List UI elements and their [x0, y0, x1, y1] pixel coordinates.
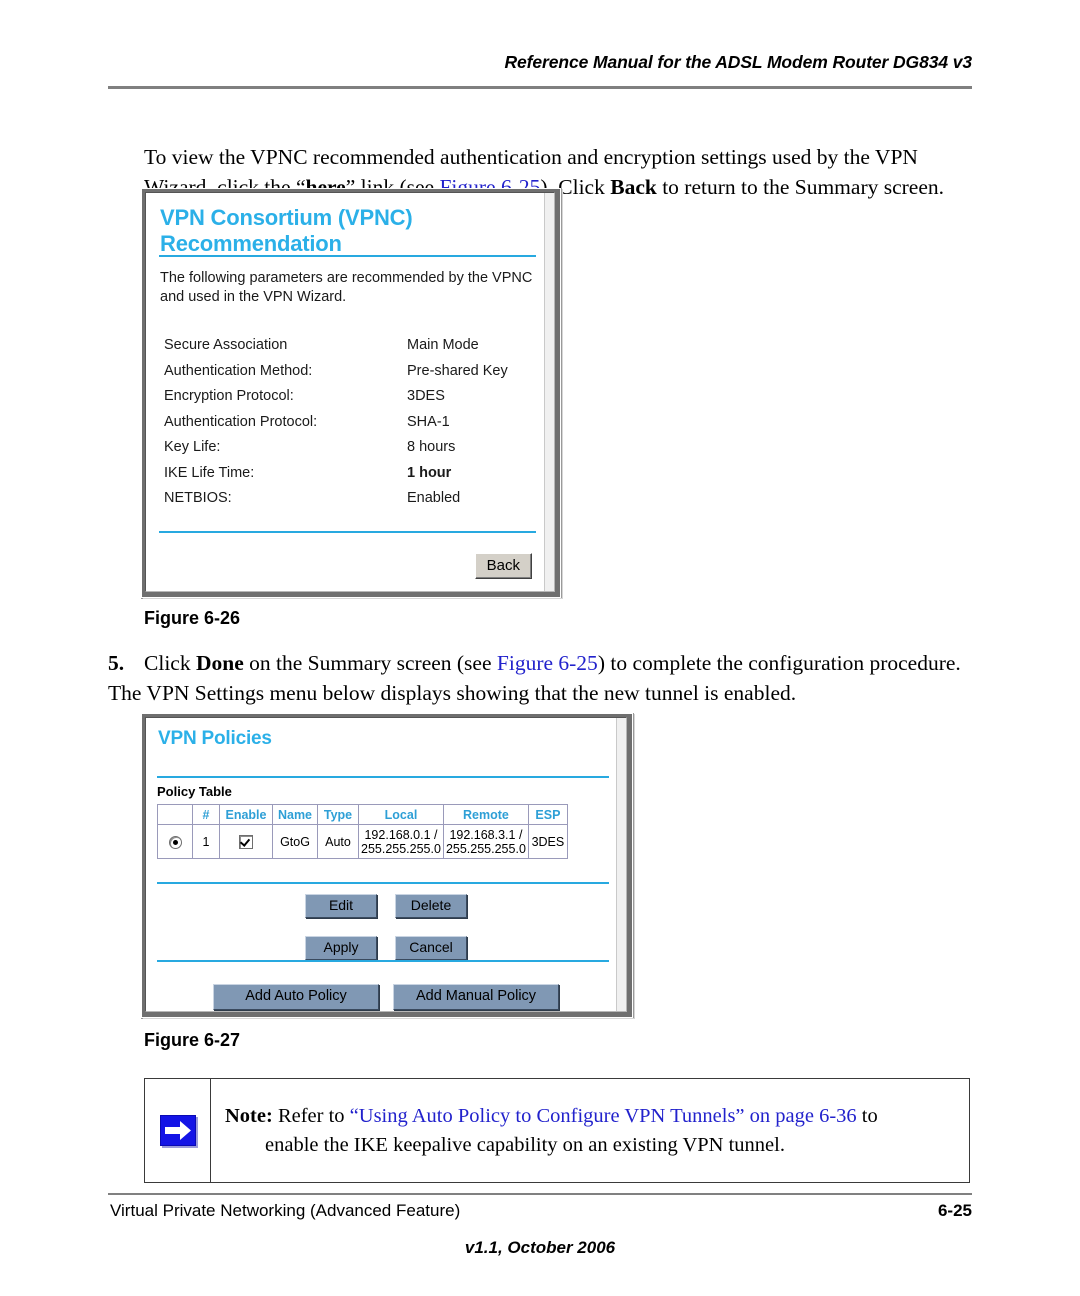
- vpnc-param-value: 1 hour: [407, 464, 452, 481]
- policy-table-header-row: # Enable Name Type Local Remote ESP: [157, 804, 568, 825]
- vpnc-param-label: Secure Association: [164, 337, 288, 353]
- vpnc-param-value: 8 hours: [407, 439, 456, 455]
- vpnc-param-row: Authentication Method: Pre-shared Key: [164, 359, 534, 385]
- note-callout-box: Note: Refer to “Using Auto Policy to Con…: [144, 1078, 970, 1183]
- policy-apply-cancel-row: Apply Cancel: [146, 936, 626, 960]
- intro-bold-back: Back: [610, 174, 657, 199]
- figure-caption-6-26: Figure 6-26: [144, 608, 241, 628]
- vpnc-param-value: Pre-shared Key: [407, 362, 508, 379]
- row-select-cell[interactable]: [157, 824, 193, 859]
- row-remote: 192.168.3.1 / 255.255.255.0: [442, 824, 529, 859]
- checkbox-enable-checked[interactable]: [239, 834, 253, 849]
- policies-divider-top: [157, 776, 609, 778]
- policies-divider-middle: [157, 882, 609, 884]
- row-number: 1: [192, 824, 220, 859]
- row-enable-cell[interactable]: [219, 824, 273, 859]
- row-esp: 3DES: [527, 824, 568, 859]
- note-text-after: to: [856, 1105, 878, 1127]
- vertical-scrollbar[interactable]: [616, 718, 626, 1011]
- vpnc-param-row: Key Life: 8 hours: [164, 435, 534, 461]
- policy-add-row: Add Auto Policy Add Manual Policy: [146, 984, 626, 1010]
- vpnc-divider-top: [159, 255, 536, 257]
- vpnc-divider-bottom: [159, 531, 536, 533]
- vpnc-back-button-wrap: Back: [474, 553, 532, 579]
- column-header-local: Local: [358, 804, 444, 825]
- step5-text-part1: Click: [144, 651, 196, 675]
- vpnc-param-value: Enabled: [407, 490, 461, 506]
- column-header-type: Type: [317, 804, 359, 825]
- vpnc-param-row: Authentication Protocol: SHA-1: [164, 410, 534, 436]
- vpnc-recommendation-screenshot: VPN Consortium (VPNC) Recommendation The…: [141, 188, 561, 598]
- footer-page-number: 6-25: [937, 1201, 972, 1220]
- apply-button[interactable]: Apply: [305, 936, 377, 960]
- vpnc-parameter-list: Secure Association Main Mode Authenticat…: [164, 333, 534, 512]
- footer-section-title: Virtual Private Networking (Advanced Fea…: [110, 1201, 461, 1220]
- policy-table-label: Policy Table: [157, 784, 232, 799]
- vpn-policies-screenshot: VPN Policies Policy Table # Enable Name …: [141, 713, 633, 1018]
- vpnc-param-row: NETBIOS: Enabled: [164, 486, 534, 512]
- column-header-remote: Remote: [442, 804, 529, 825]
- vertical-scrollbar[interactable]: [544, 193, 554, 591]
- row-local: 192.168.0.1 / 255.255.255.0: [358, 824, 444, 859]
- note-text: Note: Refer to “Using Auto Policy to Con…: [225, 1102, 955, 1160]
- row-remote-line1: 192.168.3.1 /: [449, 827, 523, 842]
- vpnc-param-row: Secure Association Main Mode: [164, 333, 534, 359]
- table-row: 1 GtoG Auto 192.168.0.1 / 255.255.255.0 …: [157, 824, 568, 859]
- intro-text-part4: to return to the Summary screen.: [656, 174, 945, 199]
- column-header-enable: Enable: [219, 804, 273, 825]
- footer-version: v1.1, October 2006: [464, 1238, 616, 1257]
- policy-table: # Enable Name Type Local Remote ESP 1 Gt…: [157, 804, 568, 859]
- policies-divider-bottom: [157, 960, 609, 962]
- vpn-policies-title: VPN Policies: [158, 728, 272, 749]
- vpnc-param-row: IKE Life Time: 1 hour: [164, 461, 534, 487]
- column-header-name: Name: [272, 804, 318, 825]
- vpnc-param-value: SHA-1: [407, 413, 450, 430]
- vpnc-param-label: Authentication Protocol:: [164, 413, 318, 430]
- column-header-select: [157, 804, 193, 825]
- note-text-line2: enable the IKE keepalive capability on a…: [265, 1134, 785, 1156]
- radio-button-selected[interactable]: [168, 835, 182, 849]
- note-label: Note:: [225, 1105, 273, 1127]
- vpnc-panel-title: VPN Consortium (VPNC) Recommendation: [160, 205, 413, 256]
- row-name: GtoG: [272, 824, 318, 859]
- footer-divider: [108, 1193, 972, 1195]
- vpnc-param-label: Encryption Protocol:: [164, 388, 294, 404]
- row-local-line1: 192.168.0.1 /: [364, 827, 438, 842]
- vpnc-param-label: Key Life:: [164, 439, 221, 455]
- edit-button[interactable]: Edit: [305, 894, 377, 918]
- vpnc-param-label: NETBIOS:: [164, 490, 232, 506]
- row-remote-line2: 255.255.255.0: [445, 841, 526, 856]
- cancel-button[interactable]: Cancel: [395, 936, 467, 960]
- note-icon-cell: [145, 1079, 211, 1182]
- right-arrow-icon: [160, 1115, 196, 1146]
- policy-edit-delete-row: Edit Delete: [146, 894, 626, 918]
- row-local-line2: 255.255.255.0: [361, 841, 441, 856]
- step5-text-part2: on the Summary screen (see: [243, 651, 497, 675]
- note-cross-reference-link[interactable]: “Using Auto Policy to Configure VPN Tunn…: [350, 1105, 857, 1127]
- delete-button[interactable]: Delete: [395, 894, 467, 918]
- vpnc-description: The following parameters are recommended…: [160, 270, 533, 305]
- step-5-body: Click Done on the Summary screen (see Fi…: [108, 651, 961, 705]
- figure-caption-6-27: Figure 6-27: [144, 1030, 241, 1050]
- row-type: Auto: [317, 824, 359, 859]
- step5-bold-done: Done: [195, 651, 244, 675]
- header-divider: [108, 86, 972, 89]
- vpnc-param-label: Authentication Method:: [164, 362, 313, 379]
- cross-reference-figure-6-25[interactable]: Figure 6-25: [497, 651, 598, 675]
- add-manual-policy-button[interactable]: Add Manual Policy: [393, 984, 559, 1010]
- running-header: Reference Manual for the ADSL Modem Rout…: [504, 52, 972, 72]
- step-5-paragraph: 5. Click Done on the Summary screen (see…: [108, 648, 974, 708]
- column-header-esp: ESP: [527, 804, 568, 825]
- vpnc-param-label: IKE Life Time:: [164, 464, 255, 481]
- vpnc-param-value: 3DES: [407, 388, 445, 404]
- policies-browser-viewport: VPN Policies Policy Table # Enable Name …: [145, 717, 627, 1012]
- vpnc-param-value: Main Mode: [407, 337, 479, 353]
- step-number: 5.: [108, 651, 125, 675]
- back-button[interactable]: Back: [474, 553, 532, 579]
- note-text-before: Refer to: [272, 1105, 350, 1127]
- column-header-number: #: [192, 804, 220, 825]
- vpnc-browser-viewport: VPN Consortium (VPNC) Recommendation The…: [145, 192, 555, 592]
- vpnc-param-row: Encryption Protocol: 3DES: [164, 384, 534, 410]
- add-auto-policy-button[interactable]: Add Auto Policy: [213, 984, 379, 1010]
